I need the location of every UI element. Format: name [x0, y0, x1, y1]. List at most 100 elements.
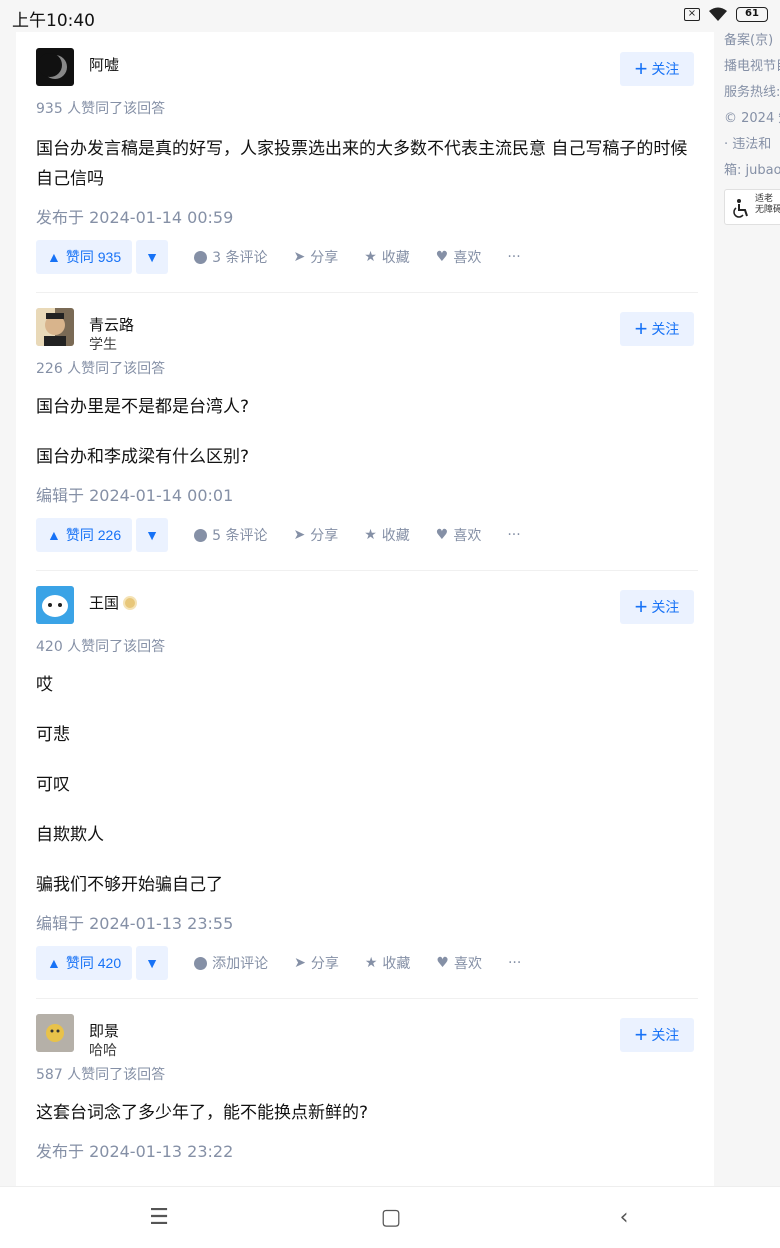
author-name[interactable]: 青云路 — [89, 314, 134, 335]
voters-count[interactable]: 420 人赞同了该回答 — [36, 636, 694, 656]
home-icon[interactable]: ▢ — [377, 1205, 405, 1231]
downvote-button[interactable]: ▼ — [136, 240, 169, 274]
paragraph: 国台办发言稿是真的好写，人家投票选出来的大多数不代表主流民意 自己写稿子的时候自… — [36, 139, 688, 189]
paragraph: 可悲 — [36, 725, 70, 745]
collect-button[interactable]: ★ 收藏 — [365, 953, 411, 973]
triangle-down-icon: ▼ — [145, 527, 160, 543]
publish-time[interactable]: 发布于 2024-01-13 23:22 — [36, 1138, 694, 1162]
upvote-button[interactable]: ▲ 赞同 420 — [36, 946, 133, 980]
comment-button[interactable]: 3 条评论 — [194, 247, 267, 267]
plus-icon: + — [634, 56, 648, 81]
menu-icon[interactable]: ☰ — [145, 1205, 173, 1231]
answer-content[interactable]: 国台办发言稿是真的好写，人家投票选出来的大多数不代表主流民意 自己写稿子的时候自… — [36, 134, 694, 194]
voters-count[interactable]: 587 人赞同了该回答 — [36, 1064, 694, 1084]
answer-item: 王国 + 关注 420 人赞同了该回答 哎 可悲 可叹 自欺欺人 骗我们不够开始骗… — [16, 570, 714, 980]
collect-label: 收藏 — [382, 956, 411, 972]
follow-button[interactable]: + 关注 — [620, 312, 694, 346]
share-button[interactable]: ➤ 分享 — [294, 953, 339, 973]
downvote-button[interactable]: ▼ — [136, 518, 169, 552]
author-name[interactable]: 即景 — [89, 1020, 119, 1041]
wifi-icon — [709, 7, 727, 21]
paragraph: 这套台词念了多少年了，能不能换点新鲜的? — [36, 1103, 369, 1123]
like-label: 喜欢 — [453, 956, 482, 972]
back-icon[interactable]: ‹ — [610, 1205, 638, 1231]
collect-label: 收藏 — [381, 528, 410, 544]
share-button[interactable]: ➤ 分享 — [293, 247, 338, 267]
publish-time[interactable]: 发布于 2024-01-14 00:59 — [36, 204, 694, 228]
share-label: 分享 — [310, 956, 339, 972]
follow-label: 关注 — [651, 1027, 680, 1043]
triangle-up-icon: ▲ — [47, 249, 61, 265]
star-icon: ★ — [364, 955, 378, 971]
sidebar-line[interactable]: · 违法和 — [724, 132, 780, 158]
more-icon: ··· — [507, 249, 521, 265]
follow-label: 关注 — [651, 61, 680, 77]
heart-icon: ♥ — [435, 249, 449, 265]
more-icon: ··· — [507, 527, 521, 543]
answer-content[interactable]: 这套台词念了多少年了，能不能换点新鲜的? — [36, 1098, 694, 1128]
voters-count[interactable]: 226 人赞同了该回答 — [36, 358, 694, 378]
collect-button[interactable]: ★ 收藏 — [364, 247, 410, 267]
comment-icon — [194, 956, 208, 970]
heart-icon: ♥ — [436, 955, 449, 971]
edit-time[interactable]: 编辑于 2024-01-14 00:01 — [36, 482, 694, 506]
upvote-label: 赞同 226 — [65, 527, 122, 543]
accessibility-button[interactable]: 适老 无障碍 — [724, 189, 780, 225]
upvote-button[interactable]: ▲ 赞同 935 — [36, 240, 133, 274]
system-nav-bar: ☰ ▢ ‹ — [0, 1186, 780, 1248]
like-button[interactable]: ♥ 喜欢 — [436, 953, 482, 973]
send-icon: ➤ — [293, 249, 306, 265]
action-bar: ▲ 赞同 226 ▼ 5 条评论 ➤ 分享 ★ 收藏 ♥ 喜欢 ··· — [36, 518, 694, 552]
author-name-text[interactable]: 王国 — [89, 594, 119, 612]
comment-icon — [194, 528, 208, 542]
paragraph: 骗我们不够开始骗自己了 — [36, 875, 223, 895]
heart-icon: ♥ — [435, 527, 449, 543]
like-button[interactable]: ♥ 喜欢 — [436, 525, 482, 545]
collect-button[interactable]: ★ 收藏 — [364, 525, 410, 545]
share-label: 分享 — [310, 528, 339, 544]
avatar[interactable] — [36, 586, 74, 624]
follow-button[interactable]: + 关注 — [620, 52, 694, 86]
sidebar-line[interactable]: 播电视节目 — [724, 54, 780, 80]
comment-button[interactable]: 添加评论 — [194, 953, 268, 973]
triangle-up-icon: ▲ — [47, 955, 61, 971]
collect-label: 收藏 — [381, 250, 410, 266]
badge-icon[interactable] — [123, 596, 138, 610]
upvote-label: 赞同 935 — [65, 249, 122, 265]
sidebar-line[interactable]: 箱: jubao — [724, 158, 780, 184]
answer-feed[interactable]: 阿嘘 + 关注 935 人赞同了该回答 国台办发言稿是真的好写，人家投票选出来的大… — [16, 32, 714, 1186]
follow-button[interactable]: + 关注 — [620, 1018, 694, 1052]
avatar[interactable] — [36, 1014, 74, 1052]
plus-icon: + — [634, 1022, 648, 1047]
accessibility-label: 适老 无障碍 — [755, 194, 780, 215]
answer-item: 即景 哈哈 + 关注 587 人赞同了该回答 这套台词念了多少年了，能不能换点新鲜… — [16, 998, 714, 1162]
comment-label: 3 条评论 — [212, 250, 268, 266]
paragraph: 哎 — [36, 675, 53, 695]
answer-item: 青云路 学生 + 关注 226 人赞同了该回答 国台办里是不是都是台湾人? 国台办… — [16, 292, 714, 552]
like-button[interactable]: ♥ 喜欢 — [436, 247, 482, 267]
answer-content[interactable]: 国台办里是不是都是台湾人? 国台办和李成梁有什么区别? — [36, 392, 694, 472]
upvote-label: 赞同 420 — [65, 955, 122, 971]
author-bio: 哈哈 — [89, 1043, 117, 1059]
action-bar: ▲ 赞同 935 ▼ 3 条评论 ➤ 分享 ★ 收藏 ♥ 喜欢 ··· — [36, 240, 694, 274]
star-icon: ★ — [364, 249, 377, 265]
avatar[interactable] — [36, 48, 74, 86]
downvote-button[interactable]: ▼ — [136, 946, 169, 980]
more-button[interactable]: ··· — [508, 955, 521, 971]
more-button[interactable]: ··· — [507, 527, 520, 543]
plus-icon: + — [634, 594, 648, 619]
upvote-button[interactable]: ▲ 赞同 226 — [36, 518, 133, 552]
answer-content[interactable]: 哎 可悲 可叹 自欺欺人 骗我们不够开始骗自己了 — [36, 670, 694, 900]
sidebar-line: 服务热线: — [724, 85, 780, 100]
triangle-down-icon: ▼ — [145, 955, 160, 971]
follow-button[interactable]: + 关注 — [620, 590, 694, 624]
share-button[interactable]: ➤ 分享 — [293, 525, 338, 545]
sim-off-icon: × — [684, 8, 700, 21]
action-bar: ▲ 赞同 420 ▼ 添加评论 ➤ 分享 ★ 收藏 ♥ 喜欢 ··· — [36, 946, 694, 980]
more-button[interactable]: ··· — [507, 249, 520, 265]
edit-time[interactable]: 编辑于 2024-01-13 23:55 — [36, 910, 694, 934]
avatar[interactable] — [36, 308, 74, 346]
voters-count[interactable]: 935 人赞同了该回答 — [36, 98, 694, 118]
comment-button[interactable]: 5 条评论 — [194, 525, 267, 545]
author-name[interactable]: 阿嘘 — [89, 54, 119, 75]
